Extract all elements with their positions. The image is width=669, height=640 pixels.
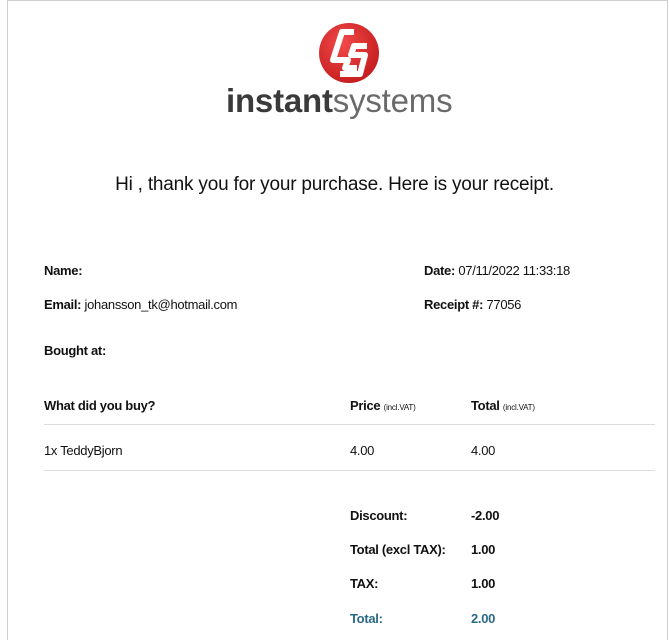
col-header-price-note: (incl.VAT) (383, 403, 416, 412)
receipt-number-row: Receipt #: 77056 (424, 297, 521, 312)
discount-value: -2.00 (471, 508, 500, 523)
date-value: 07/11/2022 11:33:18 (458, 263, 570, 278)
brand-name-bold: instant (226, 82, 333, 119)
row-total: 4.00 (471, 443, 496, 458)
col-header-price-label: Price (350, 398, 381, 413)
col-header-total-note: (incl.VAT) (502, 403, 535, 412)
bought-at-label: Bought at: (44, 343, 106, 358)
name-row: Name: (44, 263, 83, 278)
tax-value: 1.00 (471, 576, 496, 591)
table-row-divider (44, 470, 655, 471)
receipt-headline: Hi , thank you for your purchase. Here i… (115, 174, 554, 195)
receipt-number-value: 77056 (486, 297, 522, 312)
name-label: Name: (44, 263, 83, 278)
brand-wordmark: instantsystems (226, 82, 453, 120)
tax-label: TAX: (350, 576, 379, 591)
discount-label: Discount: (350, 508, 408, 523)
brand-logo: instantsystems (224, 22, 474, 132)
col-header-total-label: Total (471, 398, 500, 413)
row-price: 4.00 (350, 443, 375, 458)
col-header-total: Total (incl.VAT) (471, 398, 535, 413)
col-header-item: What did you buy? (44, 398, 156, 413)
date-label: Date: (424, 263, 456, 278)
table-header-divider (44, 424, 655, 425)
brand-name-light: systems (332, 82, 453, 119)
date-row: Date: 07/11/2022 11:33:18 (424, 263, 570, 278)
email-row: Email: johansson_tk@hotmail.com (44, 297, 238, 312)
bought-at-row: Bought at: (44, 343, 106, 358)
receipt-number-label: Receipt #: (424, 297, 484, 312)
grand-total-label: Total: (350, 611, 383, 626)
email-label: Email: (44, 297, 82, 312)
col-header-price: Price (incl.VAT) (350, 398, 416, 413)
instantsystems-logo-mark-icon (319, 23, 379, 83)
total-excl-tax-value: 1.00 (471, 542, 496, 557)
row-item: 1x TeddyBjorn (44, 443, 123, 458)
total-excl-tax-label: Total (excl TAX): (350, 542, 446, 557)
grand-total-value: 2.00 (471, 611, 496, 626)
email-value[interactable]: johansson_tk@hotmail.com (85, 297, 238, 312)
